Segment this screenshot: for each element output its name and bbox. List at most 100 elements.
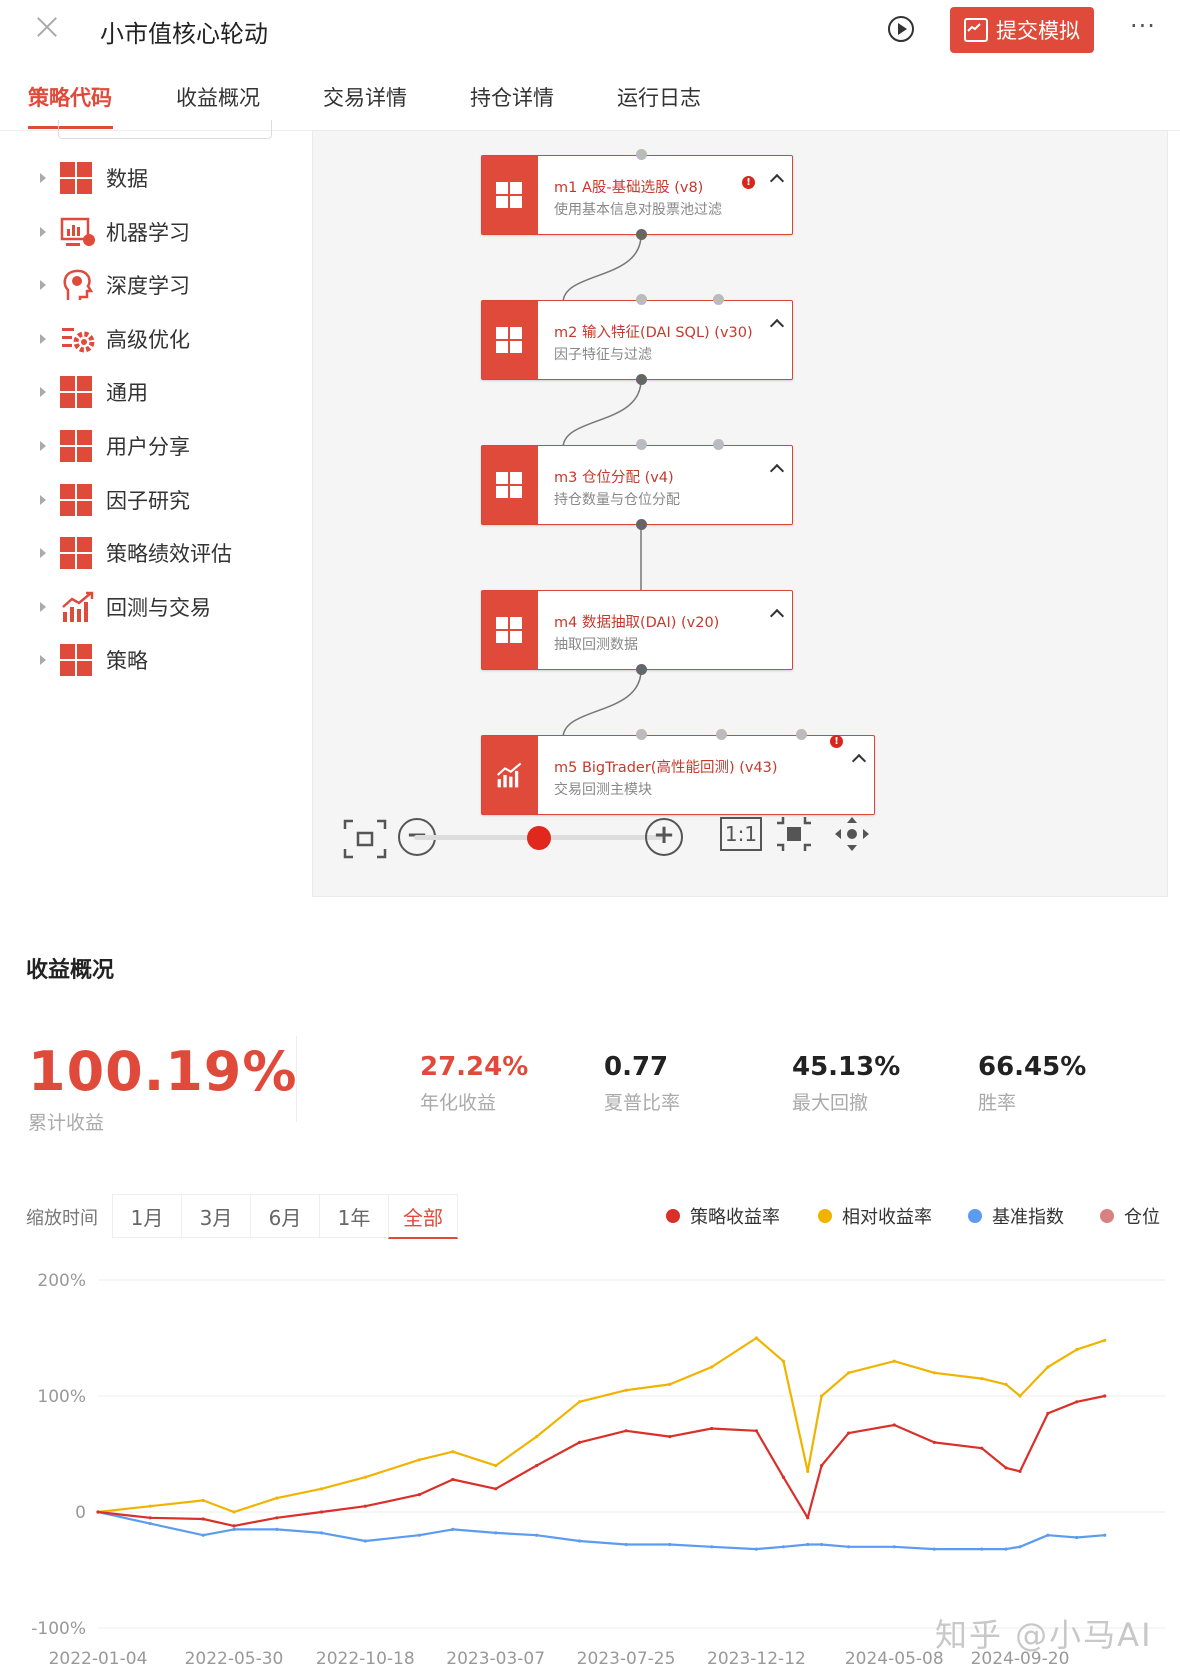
data-point <box>494 1487 498 1491</box>
expand-arrow-icon[interactable] <box>40 226 46 237</box>
expand-arrow-icon[interactable] <box>40 655 46 666</box>
sidebar-item[interactable]: 高级优化 <box>40 319 190 359</box>
legend-item[interactable]: 仓位 <box>1100 1204 1160 1228</box>
tab-position-details[interactable]: 持仓详情 <box>470 82 554 112</box>
data-point <box>932 1440 936 1444</box>
range-button[interactable]: 3月 <box>181 1194 251 1238</box>
legend-label: 策略收益率 <box>690 1207 780 1228</box>
expand-arrow-icon[interactable] <box>40 173 46 183</box>
expand-arrow-icon[interactable] <box>40 441 46 451</box>
workflow-node[interactable]: m5 BigTrader(高性能回测) (v43) 交易回测主模块! <box>481 735 875 815</box>
data-point <box>1018 1394 1022 1398</box>
output-port[interactable] <box>636 374 647 385</box>
workflow-canvas[interactable]: m1 A股-基础选股 (v8) 使用基本信息对股票池过滤! m2 输入特征(DAI … <box>312 130 1168 897</box>
expand-arrow-icon[interactable] <box>40 494 46 505</box>
expand-arrow-icon[interactable] <box>40 387 46 398</box>
grid-icon <box>60 537 92 570</box>
zoom-slider-knob[interactable] <box>527 826 551 850</box>
module-icon <box>482 446 538 524</box>
sidebar-item-label: 策略绩效评估 <box>106 542 232 567</box>
tab-run-log[interactable]: 运行日志 <box>617 82 701 112</box>
fit-screen-icon[interactable] <box>343 819 387 859</box>
collapse-caret-icon[interactable] <box>769 463 785 479</box>
input-port[interactable] <box>636 729 647 740</box>
range-button[interactable]: 1月 <box>112 1194 182 1238</box>
warning-icon[interactable]: ! <box>742 176 755 189</box>
data-point <box>535 1533 539 1537</box>
data-point <box>754 1547 759 1551</box>
sidebar-item[interactable]: 通用 <box>40 372 148 412</box>
output-port[interactable] <box>636 229 647 240</box>
play-icon[interactable] <box>888 16 914 42</box>
close-icon[interactable] <box>34 14 60 40</box>
auto-layout-icon[interactable] <box>775 815 813 853</box>
grid-icon <box>60 644 92 677</box>
range-button[interactable]: 全部 <box>388 1194 458 1239</box>
actual-size-button[interactable]: 1:1 <box>720 817 762 851</box>
sidebar-item[interactable]: 回测与交易 <box>40 587 211 627</box>
bar-chart-icon <box>60 590 96 624</box>
data-point <box>363 1539 367 1543</box>
series-line <box>97 1336 1106 1514</box>
metric-value: 0.77 <box>604 1052 669 1082</box>
expand-arrow-icon[interactable] <box>40 548 46 559</box>
more-menu-icon[interactable]: ··· <box>1130 12 1156 40</box>
legend-item[interactable]: 策略收益率 <box>666 1204 780 1228</box>
sidebar-item[interactable]: 策略绩效评估 <box>40 533 232 573</box>
sidebar-item-label: 数据 <box>106 167 148 191</box>
output-port[interactable] <box>636 519 647 530</box>
data-point <box>451 1450 455 1454</box>
workflow-node[interactable]: m2 输入特征(DAI SQL) (v30) 因子特征与过滤 <box>481 300 793 380</box>
data-point <box>577 1440 582 1444</box>
legend-item[interactable]: 基准指数 <box>968 1204 1064 1228</box>
legend-item[interactable]: 相对收益率 <box>818 1204 932 1228</box>
submit-simulation-button[interactable]: 提交模拟 <box>950 7 1094 53</box>
collapse-caret-icon[interactable] <box>769 608 785 624</box>
workflow-node[interactable]: m1 A股-基础选股 (v8) 使用基本信息对股票池过滤! <box>481 155 793 235</box>
data-point <box>275 1527 279 1531</box>
output-port[interactable] <box>636 664 647 675</box>
collapse-caret-icon[interactable] <box>769 318 785 334</box>
sidebar-item[interactable]: 深度学习 <box>40 265 190 305</box>
workflow-node[interactable]: m4 数据抽取(DAI) (v20) 抽取回测数据 <box>481 590 793 670</box>
input-port[interactable] <box>713 439 724 450</box>
sidebar-item[interactable]: 机器学习 <box>40 212 190 252</box>
input-port[interactable] <box>713 294 724 305</box>
legend-dot <box>818 1209 832 1223</box>
move-icon[interactable] <box>833 815 871 853</box>
data-point <box>1018 1469 1022 1473</box>
sidebar-item[interactable]: 数据 <box>40 158 148 198</box>
input-port[interactable] <box>636 294 647 305</box>
expand-arrow-icon[interactable] <box>40 280 46 291</box>
input-port[interactable] <box>796 729 807 740</box>
sidebar-item-label: 通用 <box>106 381 148 406</box>
tab-trade-details[interactable]: 交易详情 <box>323 82 407 112</box>
sidebar-item-label: 用户分享 <box>106 435 190 459</box>
collapse-caret-icon[interactable] <box>769 173 785 189</box>
data-point <box>624 1542 628 1547</box>
tab-return-overview[interactable]: 收益概况 <box>176 82 260 112</box>
collapse-caret-icon[interactable] <box>851 753 867 769</box>
range-button[interactable]: 6月 <box>250 1194 320 1238</box>
data-point <box>319 1510 324 1514</box>
sidebar-item[interactable]: 策略 <box>40 640 148 680</box>
y-tick-label: 100% <box>37 1387 86 1407</box>
sidebar-item[interactable]: 因子研究 <box>40 480 190 520</box>
input-port[interactable] <box>716 729 727 740</box>
data-point <box>232 1524 236 1528</box>
input-port[interactable] <box>636 149 647 160</box>
workflow-node[interactable]: m3 仓位分配 (v4) 持仓数量与仓位分配 <box>481 445 793 525</box>
range-button[interactable]: 1年 <box>319 1194 389 1238</box>
x-tick-label: 2022-05-30 <box>185 1649 284 1669</box>
tab-strategy-code[interactable]: 策略代码 <box>28 82 112 112</box>
expand-arrow-icon[interactable] <box>40 601 46 612</box>
module-icon <box>482 736 538 814</box>
sidebar-item[interactable]: 用户分享 <box>40 426 190 466</box>
input-port[interactable] <box>636 439 647 450</box>
data-point <box>624 1429 628 1433</box>
data-point <box>417 1493 421 1497</box>
expand-arrow-icon[interactable] <box>40 333 46 344</box>
zoom-in-button[interactable]: + <box>645 818 683 856</box>
warning-icon[interactable]: ! <box>830 735 843 748</box>
data-point <box>892 1359 896 1363</box>
